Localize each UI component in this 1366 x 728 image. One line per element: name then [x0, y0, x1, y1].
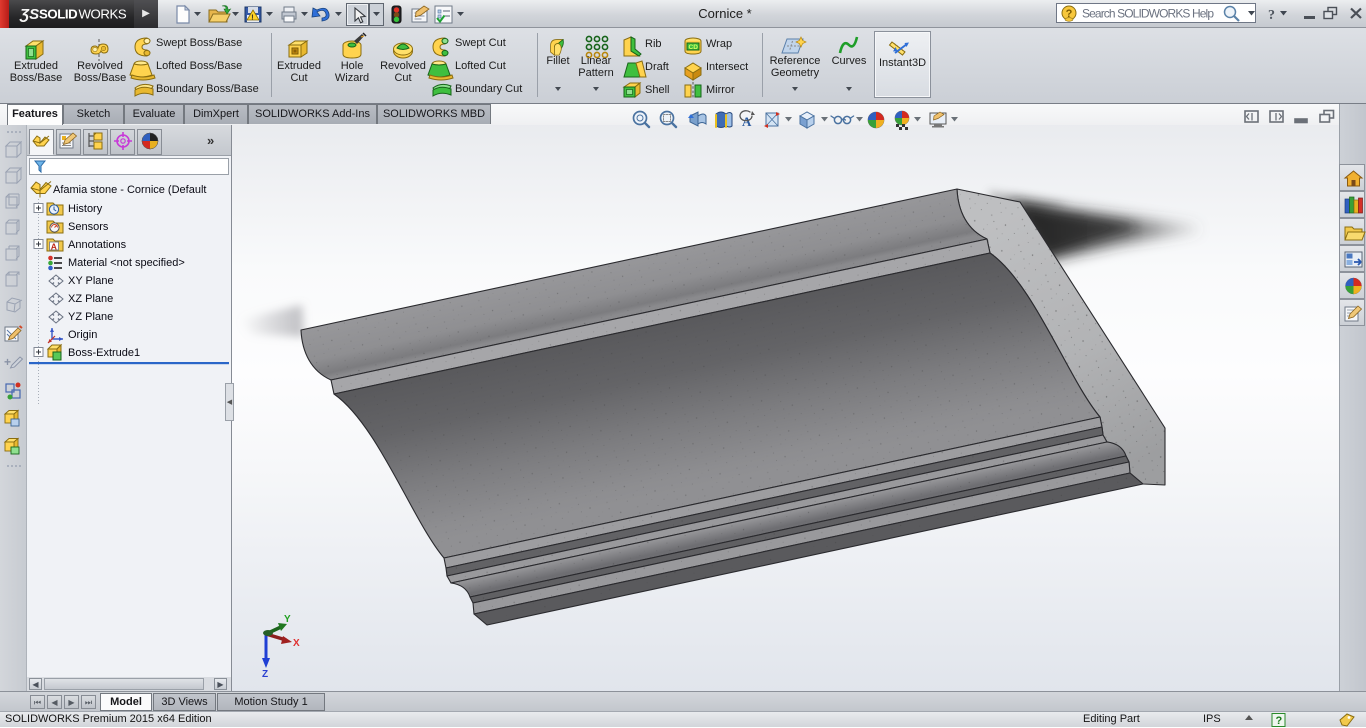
svg-text:YZ Plane: YZ Plane [68, 311, 113, 323]
svg-text:ƷS: ƷS [19, 6, 39, 23]
svg-text:Origin: Origin [68, 329, 97, 341]
svg-text:A: A [742, 114, 752, 129]
svg-text:Boss-Extrude1: Boss-Extrude1 [68, 347, 140, 359]
svg-text:Y: Y [284, 614, 291, 625]
svg-text:CD: CD [689, 44, 699, 51]
svg-text:WORKS: WORKS [79, 7, 127, 22]
svg-text:+: + [4, 355, 11, 369]
svg-text:History: History [68, 203, 103, 215]
svg-text:XY Plane: XY Plane [68, 275, 114, 287]
svg-text:Z: Z [262, 669, 268, 680]
svg-text:SOLID: SOLID [39, 7, 77, 22]
svg-text:?: ? [1268, 8, 1275, 23]
svg-text:Afamia stone - Cornice (Defau: Afamia stone - Cornice (Default [53, 184, 206, 196]
svg-text:Sensors: Sensors [68, 221, 109, 233]
svg-text:Search SOLIDWORKS Help: Search SOLIDWORKS Help [1082, 7, 1214, 21]
svg-text:XZ Plane: XZ Plane [68, 293, 113, 305]
svg-text:Annotations: Annotations [68, 239, 127, 251]
svg-text:X: X [293, 638, 300, 649]
svg-text:?: ? [1276, 715, 1283, 727]
svg-text:»: » [207, 133, 214, 148]
svg-text:!: ! [251, 15, 253, 22]
svg-text:A: A [51, 242, 57, 252]
svg-text:Material <not specified>: Material <not specified> [68, 257, 185, 269]
svg-text:?: ? [1066, 8, 1073, 20]
